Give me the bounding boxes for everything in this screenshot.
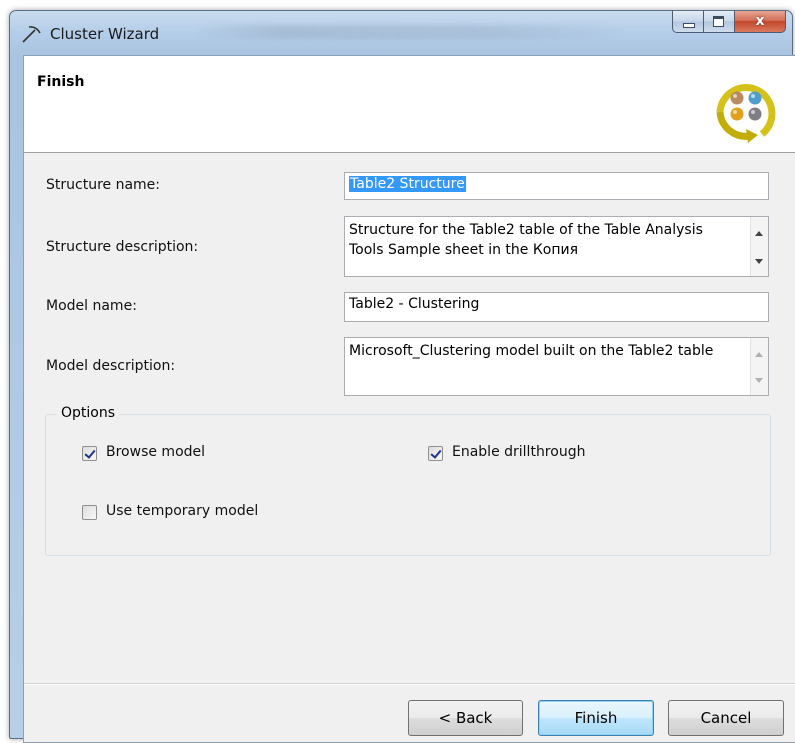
structure-description-label: Structure description: bbox=[46, 239, 199, 255]
structure-name-label: Structure name: bbox=[46, 177, 160, 193]
window-title: Cluster Wizard bbox=[50, 25, 160, 43]
wizard-window: Cluster Wizard x Finish Structure name: … bbox=[9, 10, 795, 743]
cluster-wizard-icon bbox=[716, 84, 776, 143]
page-title: Finish bbox=[37, 74, 85, 90]
footer-divider bbox=[24, 683, 795, 685]
browse-model-checkbox[interactable] bbox=[82, 446, 97, 461]
caption-buttons: x bbox=[672, 11, 786, 33]
browse-model-label[interactable]: Browse model bbox=[106, 444, 205, 460]
title-bar[interactable]: Cluster Wizard x bbox=[10, 11, 792, 55]
finish-button[interactable]: Finish bbox=[538, 700, 654, 736]
scroll-down-icon[interactable] bbox=[755, 259, 763, 264]
use-temporary-model-label[interactable]: Use temporary model bbox=[106, 503, 258, 519]
options-groupbox bbox=[45, 414, 771, 556]
enable-drillthrough-label[interactable]: Enable drillthrough bbox=[452, 444, 585, 460]
structure-name-input[interactable]: Table2 Structure bbox=[344, 172, 769, 200]
wizard-client-area: Finish Structure name: Table2 Structure … bbox=[23, 55, 795, 743]
enable-drillthrough-checkbox[interactable] bbox=[428, 446, 443, 461]
model-name-value: Table2 - Clustering bbox=[349, 296, 480, 312]
minimize-icon bbox=[683, 23, 695, 28]
use-temporary-model-checkbox[interactable] bbox=[82, 505, 97, 520]
structure-description-input[interactable]: Structure for the Table2 table of the Ta… bbox=[344, 216, 769, 277]
model-description-input[interactable]: Microsoft_Clustering model built on the … bbox=[344, 337, 769, 396]
title-bar-blur bbox=[195, 25, 625, 39]
back-button[interactable]: < Back bbox=[408, 700, 523, 736]
structure-description-scrollbar[interactable] bbox=[750, 217, 768, 276]
model-description-value: Microsoft_Clustering model built on the … bbox=[349, 343, 714, 359]
model-description-scrollbar[interactable] bbox=[750, 338, 768, 395]
scroll-up-icon[interactable] bbox=[755, 231, 763, 236]
structure-name-value: Table2 Structure bbox=[349, 176, 466, 192]
structure-description-value: Structure for the Table2 table of the Ta… bbox=[349, 222, 703, 258]
scroll-down-icon[interactable] bbox=[755, 378, 763, 383]
model-name-input[interactable]: Table2 - Clustering bbox=[344, 292, 769, 322]
maximize-button[interactable] bbox=[704, 11, 735, 33]
model-name-label: Model name: bbox=[46, 298, 137, 314]
scroll-up-icon[interactable] bbox=[755, 352, 763, 357]
maximize-icon bbox=[713, 16, 724, 27]
close-button[interactable]: x bbox=[735, 11, 786, 33]
options-legend: Options bbox=[57, 405, 120, 421]
wizard-header: Finish bbox=[24, 56, 795, 153]
pickaxe-icon bbox=[22, 26, 41, 43]
model-description-label: Model description: bbox=[46, 358, 176, 374]
close-icon: x bbox=[755, 13, 765, 29]
minimize-button[interactable] bbox=[672, 11, 704, 33]
cancel-button[interactable]: Cancel bbox=[668, 700, 784, 736]
